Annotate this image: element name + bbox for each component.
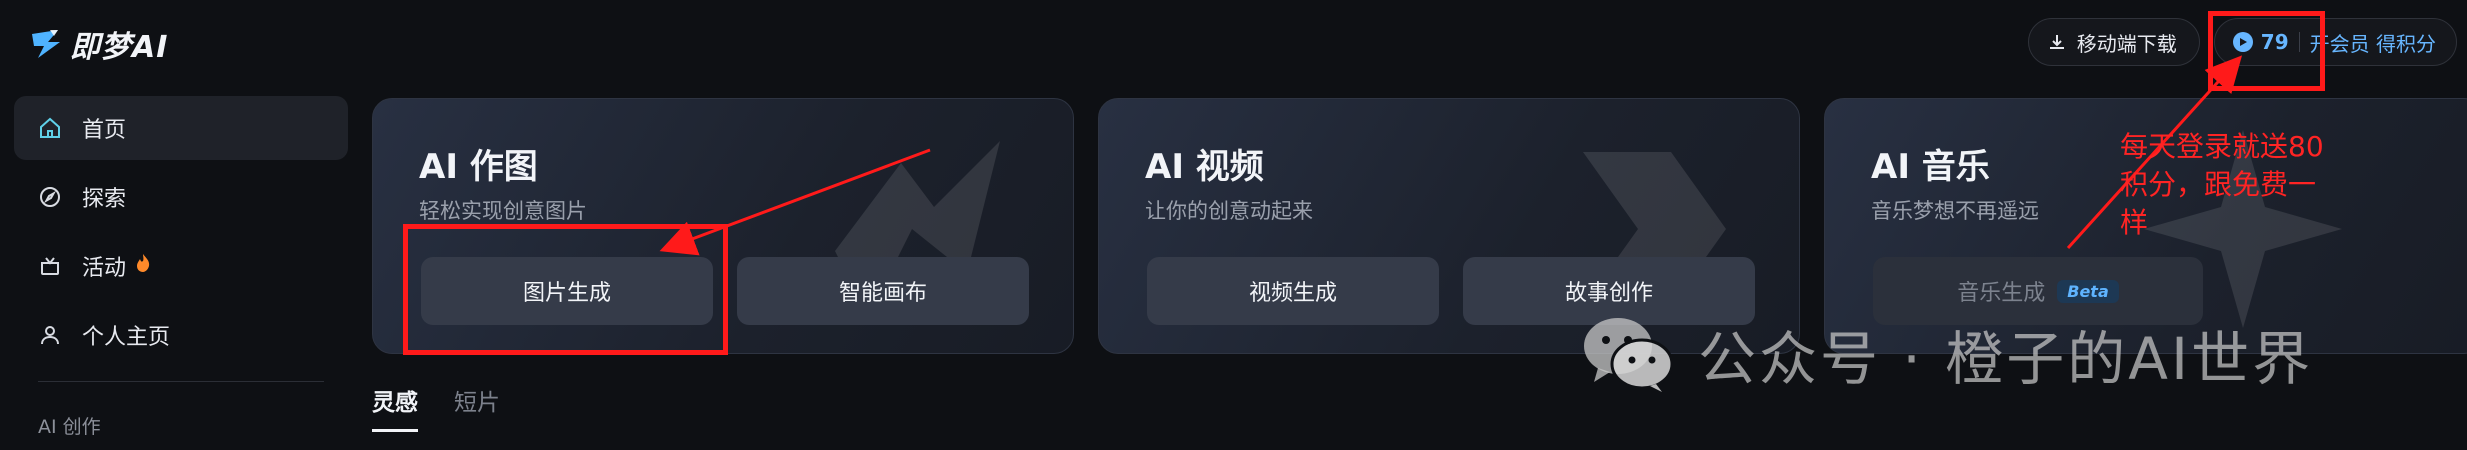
arrow-to-image-generate — [659, 148, 931, 256]
wechat-icon — [1584, 318, 1674, 392]
watermark: 公众号 · 橙子的AI世界 — [1580, 312, 2313, 396]
watermark-text: 公众号 · 橙子的AI世界 — [1698, 325, 2314, 393]
annotation-text: 每天登录就送80积分，跟免费一样 — [2120, 130, 2324, 239]
